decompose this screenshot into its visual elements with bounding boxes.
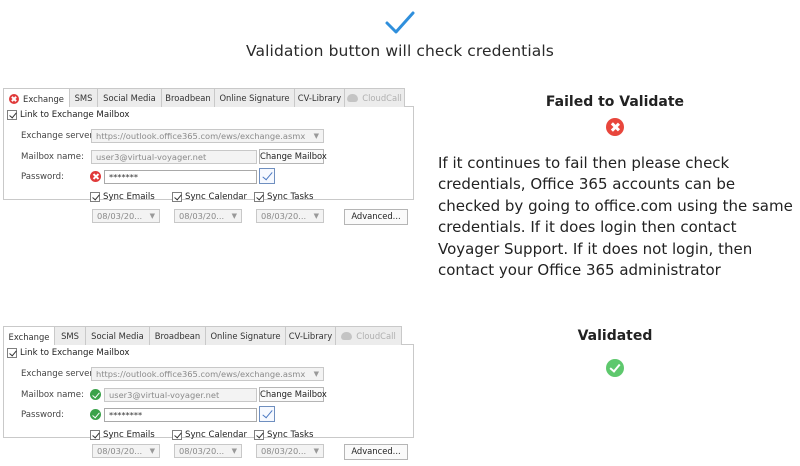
advanced-button[interactable]: Advanced... [344, 209, 408, 225]
tasks-date-field[interactable]: 08/03/20... ▼ [256, 209, 324, 223]
mailbox-field[interactable]: user3@virtual-voyager.net [104, 388, 257, 402]
chevron-down-icon: ▼ [231, 212, 237, 220]
headline: Validation button will check credentials [246, 42, 554, 60]
tab-bar: Exchange SMS Social Media Broadbean Onli… [3, 326, 414, 346]
failed-title: Failed to Validate [545, 94, 685, 110]
tab-sms[interactable]: SMS [70, 88, 98, 107]
tab-online-signature[interactable]: Online Signature [206, 326, 286, 345]
tab-social-media[interactable]: Social Media [86, 326, 150, 345]
password-error-icon [90, 171, 101, 182]
emails-date-field[interactable]: 08/03/20... ▼ [92, 444, 160, 458]
chevron-down-icon: ▼ [149, 212, 155, 220]
change-mailbox-button[interactable]: Change Mailbox [259, 387, 327, 402]
sync-tasks-label: Sync Tasks [267, 192, 314, 202]
server-label: Exchange server: [21, 131, 96, 141]
sync-emails-checkbox[interactable] [90, 430, 100, 440]
tab-online-signature[interactable]: Online Signature [215, 88, 295, 107]
chevron-down-icon: ▼ [313, 212, 319, 220]
password-ok-icon [90, 409, 101, 420]
tab-sms[interactable]: SMS [55, 326, 86, 345]
password-label: Password: [21, 410, 65, 420]
validate-button[interactable] [259, 406, 275, 422]
emails-date-field[interactable]: 08/03/20... ▼ [92, 209, 160, 223]
exchange-settings-panel-failed: Exchange SMS Social Media Broadbean Onli… [3, 88, 414, 202]
tab-exchange[interactable]: Exchange [3, 326, 55, 346]
panel-body: Link to Exchange Mailbox Exchange server… [3, 345, 414, 440]
checkmark-icon [385, 11, 415, 34]
chevron-down-icon: ▼ [313, 447, 319, 455]
link-exchange-label: Link to Exchange Mailbox [20, 348, 130, 358]
server-field[interactable]: https://outlook.office365.com/ews/exchan… [91, 367, 324, 381]
error-icon [9, 93, 20, 104]
change-mailbox-button[interactable]: Change Mailbox [259, 149, 327, 164]
tab-cloudcall[interactable]: CloudCall [336, 326, 402, 345]
tab-social-media[interactable]: Social Media [98, 88, 162, 107]
advanced-button[interactable]: Advanced... [344, 444, 408, 460]
chevron-down-icon: ▼ [149, 447, 155, 455]
password-field[interactable]: ******* [104, 170, 257, 184]
sync-calendar-label: Sync Calendar [185, 192, 248, 202]
tasks-date-field[interactable]: 08/03/20... ▼ [256, 444, 324, 458]
link-exchange-checkbox[interactable] [7, 348, 17, 358]
cloud-icon [341, 332, 353, 340]
tab-broadbean[interactable]: Broadbean [162, 88, 215, 107]
server-label: Exchange server: [21, 369, 96, 379]
sync-tasks-label: Sync Tasks [267, 430, 314, 440]
success-icon [606, 359, 624, 377]
sync-calendar-label: Sync Calendar [185, 430, 248, 440]
exchange-settings-panel-validated: Exchange SMS Social Media Broadbean Onli… [3, 326, 414, 440]
error-icon [606, 118, 624, 136]
chevron-down-icon: ▼ [231, 447, 237, 455]
calendar-date-field[interactable]: 08/03/20... ▼ [174, 444, 242, 458]
tab-cv-library[interactable]: CV-Library [286, 326, 336, 345]
mailbox-label: Mailbox name: [21, 152, 84, 162]
panel-body: Link to Exchange Mailbox Exchange server… [3, 107, 414, 202]
tab-cloudcall[interactable]: CloudCall [345, 88, 405, 107]
tab-exchange[interactable]: Exchange [3, 88, 70, 108]
validate-button[interactable] [259, 168, 275, 184]
validated-title: Validated [577, 328, 653, 344]
sync-tasks-checkbox[interactable] [254, 430, 264, 440]
sync-calendar-checkbox[interactable] [172, 430, 182, 440]
sync-tasks-checkbox[interactable] [254, 192, 264, 202]
tab-bar: Exchange SMS Social Media Broadbean Onli… [3, 88, 414, 108]
mailbox-ok-icon [90, 389, 101, 400]
server-field[interactable]: https://outlook.office365.com/ews/exchan… [91, 129, 324, 143]
sync-emails-label: Sync Emails [103, 430, 155, 440]
link-exchange-label: Link to Exchange Mailbox [20, 110, 130, 120]
link-exchange-checkbox[interactable] [7, 110, 17, 120]
mailbox-label: Mailbox name: [21, 390, 84, 400]
password-label: Password: [21, 172, 65, 182]
sync-calendar-checkbox[interactable] [172, 192, 182, 202]
chevron-down-icon: ▼ [313, 132, 319, 140]
mailbox-field[interactable]: user3@virtual-voyager.net [91, 150, 257, 164]
tab-cv-library[interactable]: CV-Library [295, 88, 345, 107]
calendar-date-field[interactable]: 08/03/20... ▼ [174, 209, 242, 223]
cloud-icon [347, 94, 359, 102]
sync-emails-checkbox[interactable] [90, 192, 100, 202]
failed-message: If it continues to fail then please chec… [438, 154, 793, 280]
password-field[interactable]: ******** [104, 408, 257, 422]
chevron-down-icon: ▼ [313, 370, 319, 378]
sync-emails-label: Sync Emails [103, 192, 155, 202]
tab-broadbean[interactable]: Broadbean [150, 326, 206, 345]
